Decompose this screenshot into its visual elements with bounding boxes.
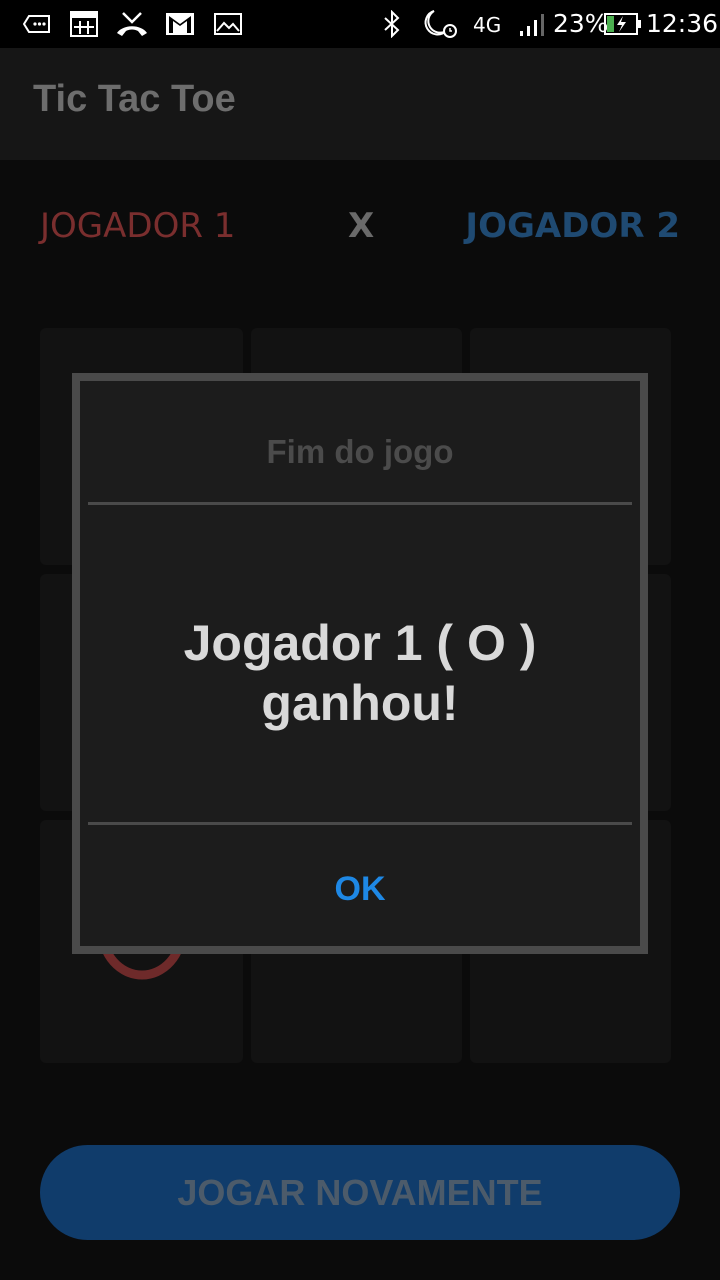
image-icon xyxy=(213,10,243,38)
dialog-message-line2: ganhou! xyxy=(261,675,459,731)
game-over-dialog: Fim do jogo Jogador 1 ( O ) ganhou! OK xyxy=(72,373,648,954)
dialog-divider-bottom xyxy=(88,822,632,825)
missed-call-icon xyxy=(115,10,149,38)
play-again-button[interactable]: JOGAR NOVAMENTE xyxy=(40,1145,680,1240)
player2-label: JOGADOR 2 xyxy=(465,206,680,246)
night-alarm-icon xyxy=(422,10,458,38)
dialog-divider-top xyxy=(88,502,632,505)
versus-label: X xyxy=(348,206,375,246)
ok-button[interactable]: OK xyxy=(80,869,640,910)
network-type: 4G xyxy=(473,13,502,37)
battery-percent: 23% xyxy=(553,9,609,38)
voicemail-icon xyxy=(22,10,52,38)
bluetooth-icon xyxy=(381,10,403,38)
gmail-icon xyxy=(164,10,196,38)
dialog-title: Fim do jogo xyxy=(266,433,454,470)
battery-charging-icon xyxy=(603,10,643,38)
calendar-icon xyxy=(69,10,99,38)
app-bar: Tic Tac Toe xyxy=(0,48,720,160)
dialog-message-line1: Jogador 1 ( O ) xyxy=(183,615,537,671)
player1-label: JOGADOR 1 xyxy=(40,206,236,246)
status-bar: 4G 23% 12:36 xyxy=(0,0,720,48)
signal-icon xyxy=(517,10,549,38)
dialog-message: Jogador 1 ( O ) ganhou! xyxy=(80,613,640,733)
app-title: Tic Tac Toe xyxy=(33,78,236,120)
clock: 12:36 xyxy=(646,9,719,38)
